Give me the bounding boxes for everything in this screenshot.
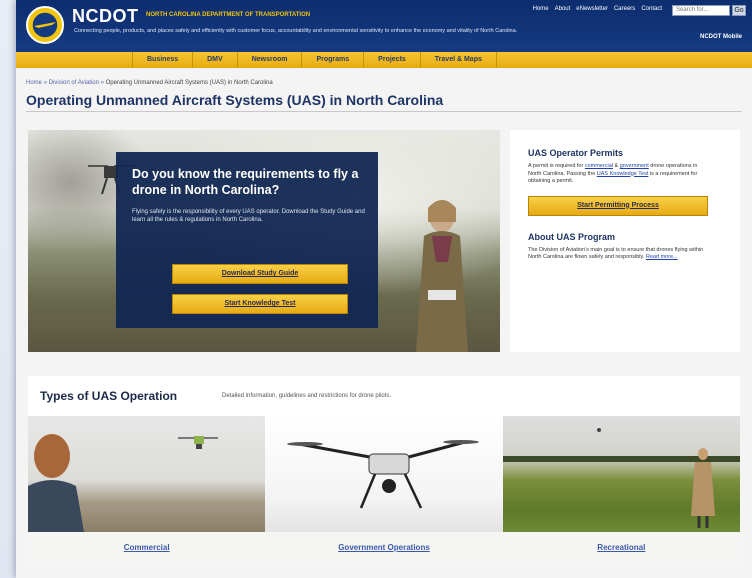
main-nav: Business DMV Newsroom Programs Projects … (16, 52, 752, 68)
top-link-careers[interactable]: Careers (614, 6, 635, 12)
top-links: Home About eNewsletter Careers Contact (533, 6, 662, 12)
page: NCDOT NORTH CAROLINA DEPARTMENT OF TRANS… (16, 0, 752, 578)
permits-text-part: A permit is required for (528, 163, 585, 169)
tile-government[interactable]: Government Operations (265, 416, 503, 566)
knowledge-test-link[interactable]: UAS Knowledge Test (597, 171, 649, 177)
nav-item-business[interactable]: Business (132, 52, 192, 68)
permits-text: A permit is required for commercial & go… (528, 163, 708, 186)
types-title: Types of UAS Operation (40, 389, 178, 403)
breadcrumb-aviation[interactable]: Division of Aviation (49, 80, 99, 86)
government-image (265, 416, 503, 532)
start-knowledge-test-button[interactable]: Start Knowledge Test (172, 294, 348, 314)
tile-label-wrap: Recreational (502, 532, 740, 566)
types-description: Detailed information, guidelines and res… (222, 393, 392, 399)
tile-label-wrap: Government Operations (265, 532, 503, 566)
types-tiles: Commercial Government Operations Recreat… (28, 416, 740, 566)
tile-label-recreational[interactable]: Recreational (597, 543, 645, 552)
title-divider (26, 111, 742, 112)
commercial-link[interactable]: commercial (585, 163, 613, 169)
logo-text[interactable]: NCDOT (72, 6, 139, 27)
hero-body: Flying safely is the responsibility of e… (132, 209, 365, 223)
permits-title: UAS Operator Permits (528, 148, 624, 158)
download-study-guide-button[interactable]: Download Study Guide (172, 264, 348, 284)
tile-label-government[interactable]: Government Operations (338, 543, 430, 552)
breadcrumb-separator: » (100, 80, 104, 86)
hero-card: Do you know the requirements to fly a dr… (116, 152, 378, 328)
tile-label-commercial[interactable]: Commercial (124, 543, 170, 552)
read-more-link[interactable]: Read more... (646, 254, 678, 260)
breadcrumb: Home » Division of Aviation » Operating … (26, 80, 273, 86)
hero-heading: Do you know the requirements to fly a dr… (132, 167, 359, 197)
department-name: NORTH CAROLINA DEPARTMENT OF TRANSPORTAT… (146, 12, 311, 18)
about-section: About UAS Program The Division of Aviati… (510, 216, 740, 262)
nav-item-programs[interactable]: Programs (301, 52, 363, 68)
tile-commercial[interactable]: Commercial (28, 416, 266, 566)
tagline: Connecting people, products, and places … (74, 28, 518, 34)
nav-item-newsroom[interactable]: Newsroom (236, 52, 302, 68)
search-input[interactable]: Search for... (672, 5, 730, 16)
hero-banner: Do you know the requirements to fly a dr… (28, 130, 500, 352)
top-link-home[interactable]: Home (533, 6, 549, 12)
ncdot-logo-icon[interactable] (26, 6, 64, 44)
recreational-person-icon (502, 428, 740, 528)
page-title: Operating Unmanned Aircraft Systems (UAS… (26, 92, 444, 108)
breadcrumb-separator: » (43, 80, 48, 86)
permits-section: UAS Operator Permits A permit is require… (510, 130, 740, 216)
commercial-image (28, 416, 266, 532)
sidebar: UAS Operator Permits A permit is require… (510, 130, 740, 352)
types-header: Types of UAS Operation Detailed informat… (28, 376, 740, 416)
person-with-controller-icon (416, 200, 468, 352)
permits-text-part: & (612, 163, 620, 169)
start-permitting-button[interactable]: Start Permitting Process (528, 195, 708, 216)
nav-item-projects[interactable]: Projects (363, 52, 420, 68)
government-link[interactable]: government (620, 163, 649, 169)
breadcrumb-home[interactable]: Home (26, 80, 42, 86)
site-header: NCDOT NORTH CAROLINA DEPARTMENT OF TRANS… (16, 0, 752, 52)
recreational-image (502, 416, 740, 532)
tile-label-wrap: Commercial (28, 532, 266, 566)
top-link-contact[interactable]: Contact (641, 6, 662, 12)
search-button[interactable]: Go (732, 5, 746, 16)
about-title: About UAS Program (528, 231, 616, 242)
tile-recreational[interactable]: Recreational (502, 416, 740, 566)
top-link-about[interactable]: About (555, 6, 571, 12)
nav-item-dmv[interactable]: DMV (192, 52, 237, 68)
top-link-enewsletter[interactable]: eNewsletter (576, 6, 608, 12)
commercial-drone-icon (28, 434, 218, 532)
breadcrumb-current: Operating Unmanned Aircraft Systems (UAS… (105, 80, 273, 86)
about-text: The Division of Aviation's main goal is … (528, 247, 708, 262)
mobile-link[interactable]: NCDOT Mobile (700, 34, 742, 40)
government-drone-icon (287, 440, 480, 509)
nav-item-travel-maps[interactable]: Travel & Maps (419, 52, 497, 68)
